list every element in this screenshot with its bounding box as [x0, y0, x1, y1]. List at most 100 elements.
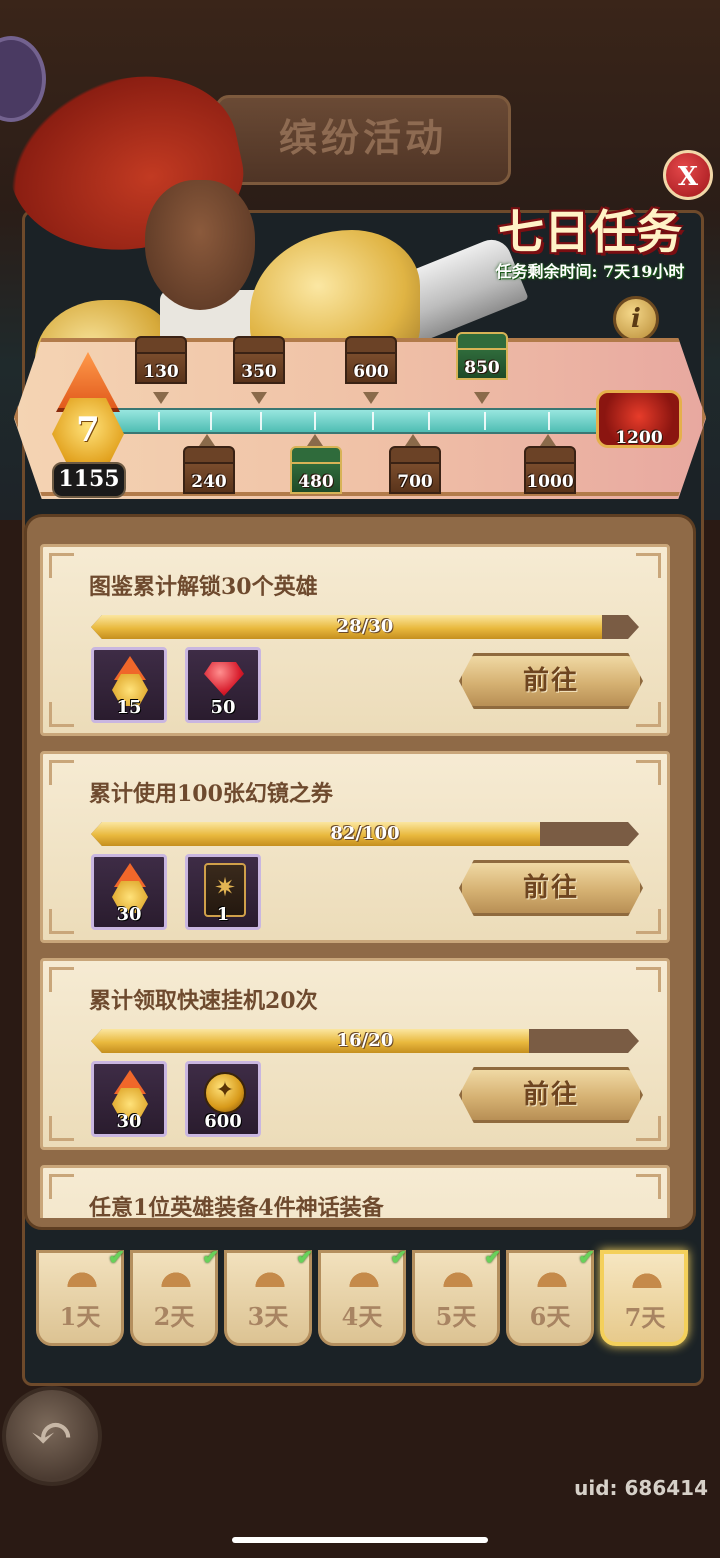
card-corner-ornament — [636, 1116, 661, 1141]
card-corner-ornament — [49, 1174, 74, 1199]
sun-icon — [253, 1267, 287, 1287]
back-button[interactable] — [2, 1386, 102, 1486]
chest-points: 600 — [353, 362, 389, 382]
chest-points: 130 — [143, 362, 179, 382]
sun-icon — [441, 1267, 475, 1287]
task-card: 任意1位英雄装备4件神话装备 — [40, 1165, 670, 1218]
check-icon: ✔ — [296, 1245, 313, 1269]
home-indicator[interactable] — [232, 1537, 488, 1543]
milestone-chest[interactable]: 350 — [233, 336, 285, 384]
task-progress-bar: 16/20 — [91, 1029, 639, 1053]
day-label: 2天 — [153, 1302, 195, 1331]
card-corner-ornament — [636, 702, 661, 727]
user-id: uid: 686414 — [574, 1476, 708, 1500]
tab-day-3[interactable]: 3天 ✔ — [224, 1245, 313, 1346]
task-progress-text: 82/100 — [330, 823, 400, 844]
card-corner-ornament — [636, 553, 661, 578]
reward-item[interactable]: 30 — [91, 854, 167, 930]
gold-coin-icon — [204, 1072, 246, 1114]
reward-count: 1 — [216, 904, 230, 925]
task-card: 图鉴累计解锁30个英雄 28/30 15 50 前往 — [40, 544, 670, 736]
sun-icon — [347, 1267, 381, 1287]
tab-day-4[interactable]: 4天 ✔ — [318, 1245, 407, 1346]
milestone-chest[interactable]: 240 — [183, 446, 235, 494]
close-button[interactable]: X — [663, 150, 713, 200]
tab-day-2[interactable]: 2天 ✔ — [130, 1245, 219, 1346]
check-icon: ✔ — [390, 1245, 407, 1269]
card-corner-ornament — [49, 909, 74, 934]
card-corner-ornament — [636, 1174, 661, 1199]
sun-icon — [535, 1267, 569, 1287]
tab-day-7[interactable]: 7天 — [600, 1250, 688, 1346]
card-corner-ornament — [49, 967, 74, 992]
chest-pointer — [405, 434, 421, 446]
check-icon: ✔ — [202, 1245, 219, 1269]
event-remaining-time: 任务剩余时间: 7天19小时 — [495, 262, 685, 281]
milestone-progress-track — [100, 408, 616, 434]
final-reward-chest[interactable]: 1200 — [596, 380, 682, 448]
go-button[interactable]: 前往 — [459, 860, 643, 916]
chest-pointer — [307, 434, 323, 446]
card-corner-ornament — [636, 967, 661, 992]
card-corner-ornament — [49, 702, 74, 727]
card-corner-ornament — [49, 1116, 74, 1141]
milestone-chest[interactable]: 700 — [389, 446, 441, 494]
go-button-label: 前往 — [522, 1080, 579, 1110]
task-list[interactable]: 图鉴累计解锁30个英雄 28/30 15 50 前往 累计使用100张幻镜之券 … — [36, 540, 676, 1218]
chest-points: 1000 — [526, 472, 574, 492]
day-label: 6天 — [529, 1302, 571, 1331]
tab-day-5[interactable]: 5天 ✔ — [412, 1245, 501, 1346]
task-card: 累计使用100张幻镜之券 82/100 30 1 前往 — [40, 751, 670, 943]
level-number: 7 — [76, 410, 100, 450]
reward-item[interactable]: 600 — [185, 1061, 261, 1137]
activity-points: 1155 — [52, 462, 126, 498]
chest-pointer — [363, 392, 379, 404]
day-label: 5天 — [435, 1302, 477, 1331]
reward-count: 15 — [116, 697, 142, 718]
milestone-chest[interactable]: 130 — [135, 336, 187, 384]
chest-points: 350 — [241, 362, 277, 382]
tab-day-6[interactable]: 6天 ✔ — [506, 1245, 595, 1346]
hero-illustration — [0, 40, 529, 420]
reward-count: 600 — [204, 1111, 242, 1132]
chest-pointer — [199, 434, 215, 446]
event-title: 七日任务 — [498, 205, 682, 259]
card-corner-ornament — [636, 760, 661, 785]
milestone-chest-opened[interactable]: 480 — [290, 446, 342, 494]
track-tick — [158, 412, 160, 430]
track-tick — [260, 412, 262, 430]
check-icon: ✔ — [578, 1245, 595, 1269]
task-title: 累计领取快速挂机20次 — [89, 988, 318, 1014]
reward-count: 50 — [210, 697, 236, 718]
hero-face — [145, 180, 255, 310]
reward-item[interactable]: 15 — [91, 647, 167, 723]
track-tick — [428, 412, 430, 430]
red-gem-icon — [204, 662, 244, 696]
reward-item[interactable]: 30 — [91, 1061, 167, 1137]
task-progress-bar: 28/30 — [91, 615, 639, 639]
task-title: 累计使用100张幻镜之券 — [89, 781, 333, 807]
chest-points: 240 — [191, 472, 227, 492]
track-tick — [314, 412, 316, 430]
go-button[interactable]: 前往 — [459, 1067, 643, 1123]
task-title: 任意1位英雄装备4件神话装备 — [89, 1195, 384, 1218]
reward-item[interactable]: 1 — [185, 854, 261, 930]
milestone-chest[interactable]: 600 — [345, 336, 397, 384]
sun-icon — [65, 1267, 99, 1287]
go-button-label: 前往 — [522, 666, 579, 696]
day-label: 7天 — [624, 1303, 666, 1332]
tab-day-1[interactable]: 1天 ✔ — [36, 1245, 125, 1346]
task-card: 累计领取快速挂机20次 16/20 30 600 前往 — [40, 958, 670, 1150]
go-button[interactable]: 前往 — [459, 653, 643, 709]
chest-pointer — [153, 392, 169, 404]
track-tick — [548, 412, 550, 430]
chest-points: 480 — [298, 472, 334, 492]
go-button-label: 前往 — [522, 873, 579, 903]
final-chest-points: 1200 — [615, 428, 663, 448]
milestone-chest-opened[interactable]: 850 — [456, 332, 508, 380]
milestone-chest[interactable]: 1000 — [524, 446, 576, 494]
task-progress-text: 16/20 — [336, 1030, 394, 1051]
reward-count: 30 — [116, 1111, 142, 1132]
reward-item[interactable]: 50 — [185, 647, 261, 723]
chest-points: 700 — [397, 472, 433, 492]
